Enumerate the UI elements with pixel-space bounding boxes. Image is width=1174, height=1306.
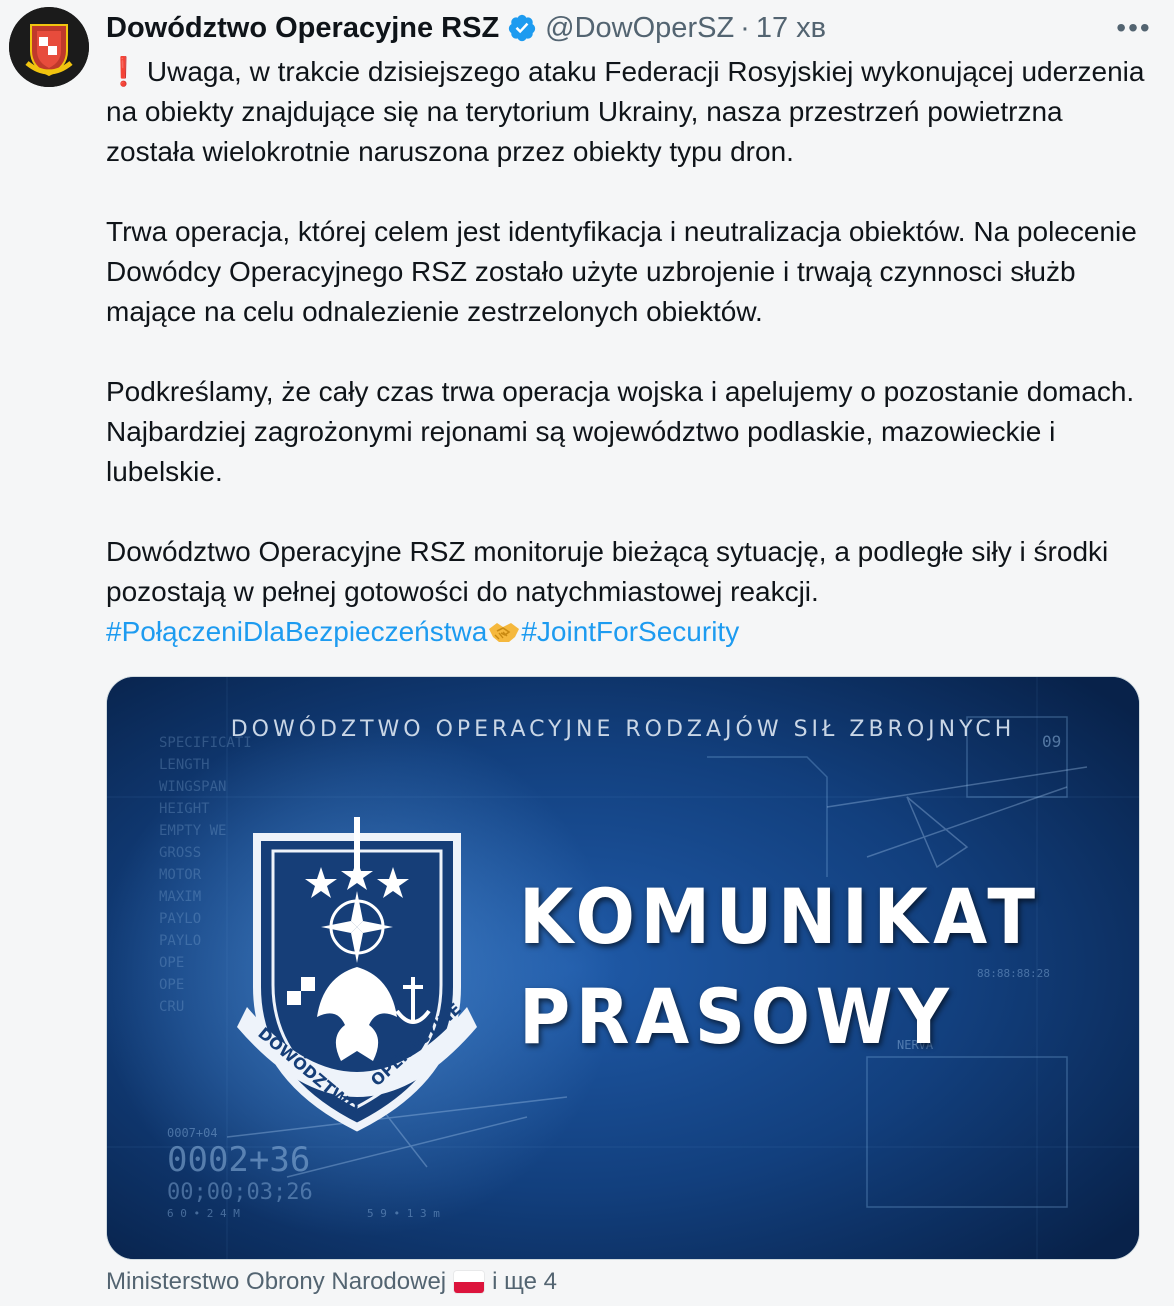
separator: · — [740, 11, 750, 44]
more-options-icon[interactable]: ••• — [1114, 8, 1154, 48]
hud-spec-label: GROSS — [159, 845, 201, 861]
paragraph-4: Dowództwo Operacyjne RSZ monitoruje bież… — [106, 532, 1156, 652]
hud-spec-label: WINGSPAN — [159, 779, 226, 795]
media-heading: DOWÓDZTWO OPERACYJNE RODZAJÓW SIŁ ZBROJN… — [230, 717, 1016, 742]
tweet-header: Dowództwo Operacyjne RSZ @DowOperSZ · 17… — [106, 8, 826, 48]
paragraph-3: Podkreślamy, że cały czas trwa operacja … — [106, 376, 1135, 487]
hashtag-link[interactable]: #PołączeniDlaBezpieczeństwa — [106, 616, 487, 647]
hud-spec-label: CRU — [159, 999, 184, 1015]
hud-spec-label: OPE — [159, 955, 184, 971]
poland-flag-icon — [454, 1271, 485, 1293]
paragraph-2: Trwa operacja, której celem jest identyf… — [106, 216, 1137, 327]
paragraph-1-text: Uwaga, w trakcie dzisiejszego ataku Fede… — [106, 56, 1145, 167]
avatar[interactable] — [9, 7, 89, 87]
verified-badge-icon — [509, 14, 536, 42]
media-tags[interactable]: Ministerstwo Obrony Narodowej і ще 4 — [106, 1268, 557, 1296]
paragraph-1: ❗ Uwaga, w trakcie dzisiejszego ataku Fed… — [106, 52, 1156, 172]
paragraph-4-text: Dowództwo Operacyjne RSZ monitoruje bież… — [106, 536, 1109, 607]
hud-spec-label: EMPTY WE — [159, 823, 226, 839]
exclamation-icon: ❗ — [106, 56, 141, 87]
timestamp[interactable]: 17 хв — [756, 12, 826, 45]
hud-spec-label: PAYLO — [159, 911, 201, 927]
hud-spec-label: MAXIM — [159, 889, 201, 905]
tweet[interactable]: Dowództwo Operacyjne RSZ @DowOperSZ · 17… — [0, 0, 1174, 1306]
tagged-more[interactable]: і ще 4 — [492, 1268, 557, 1296]
handshake-icon — [489, 623, 520, 642]
hud-small-label: 6 0 • 2 4 M — [167, 1207, 240, 1220]
hud-small-label: 5 9 • 1 3 m — [367, 1207, 440, 1220]
author-name[interactable]: Dowództwo Operacyjne RSZ — [106, 12, 499, 45]
hud-spec-label: PAYLO — [159, 933, 201, 949]
hud-spec-label: OPE — [159, 977, 184, 993]
shield-logo-icon — [9, 7, 89, 87]
hud-spec-label: LENGTH — [159, 757, 210, 773]
hud-time: 00;00;03;26 — [167, 1180, 313, 1205]
hud-small-label: 0007+04 — [167, 1126, 218, 1140]
hud-spec-label: HEIGHT — [159, 801, 210, 817]
hashtag-link[interactable]: #JointForSecurity — [521, 616, 739, 647]
media-image[interactable]: DOWÓDZTWO OPERACYJNE 0002+36 00;00;03;26… — [106, 676, 1140, 1260]
media-title-line-1: KOMUNIKAT — [519, 872, 1041, 961]
tagged-account[interactable]: Ministerstwo Obrony Narodowej — [106, 1268, 446, 1296]
media-title: KOMUNIKAT PRASOWY — [519, 867, 1041, 1067]
tweet-text: ❗ Uwaga, w trakcie dzisiejszego ataku Fed… — [106, 52, 1156, 652]
author-handle[interactable]: @DowOperSZ — [545, 12, 734, 45]
hud-spec-label: MOTOR — [159, 867, 202, 883]
media-title-line-2: PRASOWY — [519, 972, 955, 1061]
hud-counter: 0002+36 — [167, 1140, 310, 1180]
